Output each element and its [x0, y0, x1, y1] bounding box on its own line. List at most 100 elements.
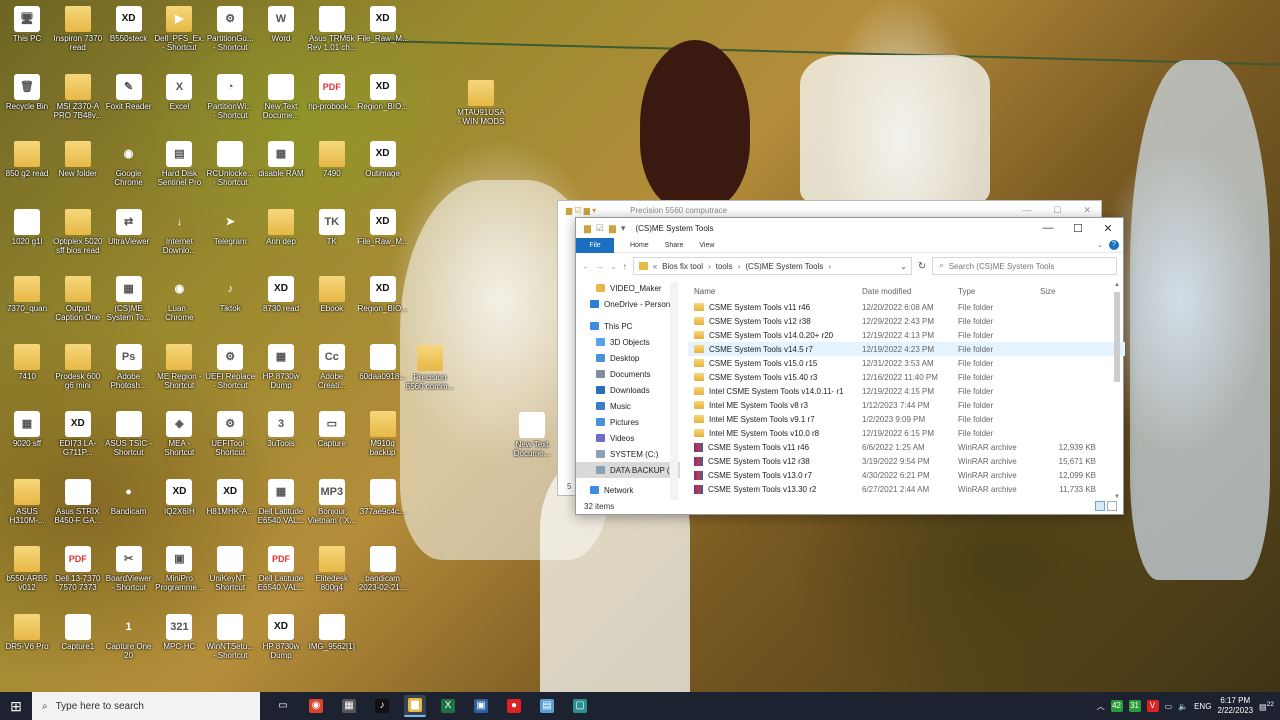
desktop-icon[interactable]: WinNTSetu... - Shortcut — [205, 613, 255, 660]
desktop-icon[interactable]: XD Region_BIO... — [358, 276, 408, 313]
nav-item[interactable]: SYSTEM (C:) — [576, 446, 680, 462]
desktop-icon[interactable]: New folder — [53, 141, 103, 178]
tray-badge-green[interactable]: 42 — [1110, 700, 1123, 712]
maximize-icon[interactable]: ☐ — [1053, 205, 1061, 216]
desktop-icon[interactable]: 7490 — [307, 141, 357, 178]
desktop-icon[interactable]: XD File_Raw_M... — [358, 6, 408, 43]
nav-item[interactable]: Music — [576, 398, 680, 414]
desktop-icon[interactable]: XD IQ2X6IH — [154, 478, 204, 516]
clock[interactable]: 6:17 PM 2/22/2023 — [1217, 696, 1253, 716]
desktop-icon[interactable]: 🖥 This PC — [2, 6, 52, 43]
back-arrow-icon[interactable]: ← — [582, 262, 590, 271]
nav-item[interactable]: Downloads — [576, 382, 680, 398]
chevron-right-icon[interactable]: › — [828, 262, 831, 271]
notepad-taskbar-icon[interactable]: ▤ — [536, 695, 558, 717]
file-row[interactable]: Intel CSME System Tools v14.0.11- r1 12/1… — [688, 384, 1125, 398]
desktop-icon[interactable]: UniKeyNT - Shortcut — [205, 546, 255, 592]
record-taskbar-icon[interactable]: ● — [503, 695, 525, 717]
desktop-icon[interactable]: Ps Adobe Photosh... — [104, 343, 154, 390]
desktop-icon[interactable]: ↓ Internet Downlo... — [154, 209, 204, 255]
breadcrumb-item[interactable]: (CS)ME System Tools — [745, 262, 823, 271]
desktop-icon[interactable]: XD EDI73 LA-G711P... — [53, 411, 103, 457]
desktop-icon[interactable]: ◔ PartitionWi... - Shortcut — [205, 73, 255, 120]
desktop-icon[interactable]: 🗑 Recycle Bin — [2, 73, 52, 111]
desktop-icon[interactable]: MTAU91USA - WIN MODS — [456, 80, 506, 126]
refresh-icon[interactable]: ↻ — [918, 261, 926, 272]
desktop-icon[interactable]: XD HP 8730w Dump — [256, 613, 306, 660]
desktop-icon[interactable]: Prodesk 600 g6 mini — [53, 343, 103, 390]
desktop-icon[interactable]: 321 MPC-HC — [154, 613, 204, 651]
desktop-icon[interactable]: ▦ 9020 sff — [2, 411, 52, 448]
file-list[interactable]: Name Date modified Type Size CSME System… — [688, 282, 1125, 500]
desktop-icon[interactable]: TK TK — [307, 208, 357, 246]
file-row[interactable]: CSME System Tools v11 r46 6/6/2022 1:25 A… — [688, 440, 1125, 454]
desktop-icon[interactable]: ▣ MiniPro Programme... — [154, 546, 204, 592]
file-row[interactable]: CSME System Tools v13.0 r7 4/30/2022 6:21… — [688, 468, 1125, 482]
nav-item[interactable]: This PC — [576, 318, 680, 334]
desktop-icon[interactable]: Inspiron 7370 read — [53, 6, 103, 52]
desktop-icon[interactable]: Capture1 — [53, 613, 103, 651]
windows-start-icon[interactable]: ⊞ — [0, 692, 32, 720]
details-view-icon[interactable] — [1095, 501, 1105, 511]
file-row[interactable]: CSME System Tools v15.0 r15 12/31/2022 3:… — [688, 356, 1125, 370]
desktop-icon[interactable]: PDF hp-probook... — [307, 73, 357, 111]
desktop-icon[interactable]: XD B550steck — [104, 6, 154, 43]
network-icon[interactable]: ▭ — [1165, 702, 1173, 711]
breadcrumb-item[interactable]: tools — [716, 262, 733, 271]
scrollbar-thumb[interactable] — [1114, 292, 1120, 382]
desktop-icon[interactable]: ▭ Capture — [307, 411, 357, 448]
file-explorer-window[interactable]: ▆ ☑ ▆ ▾ (CS)ME System Tools — ☐ ✕ File H… — [575, 217, 1125, 515]
file-row[interactable]: CSME System Tools v12 r38 12/29/2022 2:43… — [688, 314, 1125, 328]
file-row[interactable]: CSME System Tools v14.0.20+ r20 12/19/202… — [688, 328, 1125, 342]
desktop-icon[interactable]: ✂ BoardViewer - Shortcut — [104, 546, 154, 592]
overflow-icon[interactable]: « — [653, 262, 657, 271]
desktop-icon[interactable]: XD 8730 read — [256, 276, 306, 313]
desktop-icon[interactable]: MSI Z370-A PRO 7B48v... — [53, 73, 103, 120]
file-row[interactable]: CSME System Tools v14.5 r7 12/19/2022 4:2… — [688, 342, 1125, 356]
desktop-icon[interactable]: RCUnlocke... - Shortcut — [205, 141, 255, 187]
tab-share[interactable]: Share — [665, 242, 684, 249]
excel-taskbar-icon[interactable]: X — [437, 695, 459, 717]
notification-icon[interactable]: ▤22 — [1259, 701, 1274, 712]
navigation-pane[interactable]: VIDEO_Maker OneDrive - Person This PC 3D Ob… — [576, 282, 680, 500]
desktop-icon[interactable]: XD Outimage — [358, 141, 408, 178]
desktop-icon[interactable]: ⚙ UEFITool - Shortcut — [205, 411, 255, 457]
chevron-right-icon[interactable]: › — [738, 262, 741, 271]
desktop-icon[interactable]: ▶ Dell_PFS_Ex... - Shortcut — [154, 6, 204, 52]
nav-item[interactable]: 3D Objects — [576, 334, 680, 350]
large-icons-view-icon[interactable] — [1107, 501, 1117, 511]
search-input[interactable]: ⌕ Search (CS)ME System Tools — [932, 257, 1117, 275]
close-button[interactable]: ✕ — [1093, 222, 1123, 235]
desktop-icon[interactable]: ⚙ UEFI Replace - Shortcut — [205, 343, 255, 390]
close-icon[interactable]: ✕ — [1083, 205, 1091, 216]
desktop-icon[interactable]: ▦ disable RAM — [256, 141, 306, 178]
desktop-icon[interactable]: Asus TRM6k Rev 1.01 ch... — [307, 6, 357, 52]
desktop-icon[interactable]: ◈ MEA - Shortcut — [154, 411, 204, 457]
desktop-icon[interactable]: ▦ HP 8730w Dump — [256, 343, 306, 390]
desktop-icon[interactable]: Ebook — [307, 276, 357, 313]
taskbar-search-box[interactable]: ⌕ Type here to search — [32, 692, 260, 720]
chevron-right-icon[interactable]: › — [708, 262, 711, 271]
tiktok-taskbar-icon[interactable]: ♪ — [371, 695, 393, 717]
nav-item[interactable]: Network — [576, 482, 680, 498]
nav-item[interactable]: Pictures — [576, 414, 680, 430]
desktop-icon[interactable]: Precision 5560 comm... — [405, 345, 455, 391]
unikey-icon[interactable]: V — [1146, 700, 1159, 712]
desktop-icon[interactable]: 1020 g1l — [2, 208, 52, 246]
desktop-icon[interactable]: 1 Capture One 20 — [104, 614, 154, 660]
desktop-icon[interactable]: New Text Docume... — [256, 73, 306, 120]
desktop-icon[interactable]: ▦ Dell Latitude E6540 VAL... — [256, 478, 306, 525]
maximize-button[interactable]: ☐ — [1063, 222, 1093, 235]
tab-file[interactable]: File — [576, 237, 614, 253]
nav-item[interactable]: DATA BACKUP (I: — [576, 462, 680, 478]
expand-ribbon-icon[interactable]: ⌄ — [1097, 241, 1103, 249]
desktop-icon[interactable]: b550-ARB5 v012 — [2, 546, 52, 592]
desktop-icon[interactable]: ♪ Tiktok — [205, 276, 255, 313]
quick-access-toolbar[interactable]: ▆ ☑ ▆ ▾ — [584, 223, 625, 234]
navigation-pane-scrollbar[interactable] — [670, 282, 678, 500]
desktop-icon[interactable]: XD File_Raw_M... — [358, 208, 408, 246]
desktop-icon[interactable]: ⇄ UltraViewer — [104, 208, 154, 246]
desktop-icon[interactable]: bandicam 2023-02-21... — [358, 546, 408, 592]
new-folder-icon[interactable]: ▆ — [609, 223, 616, 234]
language-indicator[interactable]: ENG — [1194, 702, 1211, 711]
